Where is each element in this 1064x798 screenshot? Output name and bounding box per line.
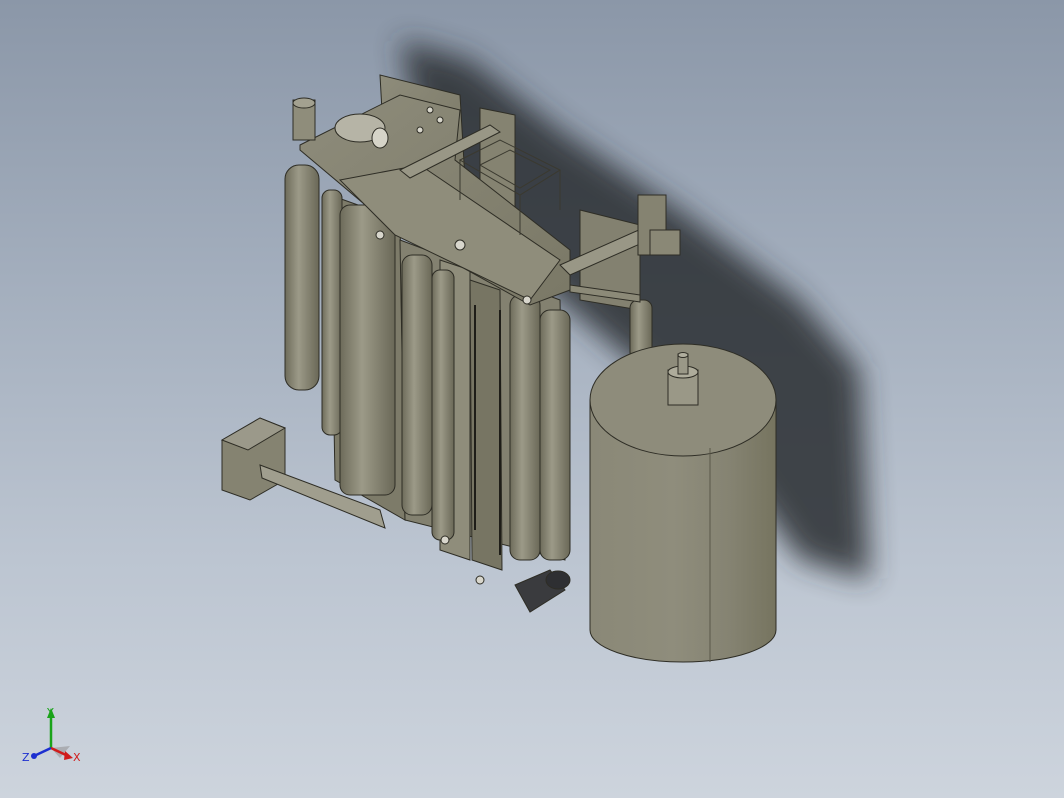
roller-5 bbox=[431, 269, 455, 541]
roller-2 bbox=[321, 189, 343, 436]
roller-6 bbox=[509, 294, 541, 561]
roller-4 bbox=[401, 254, 433, 516]
roller-1 bbox=[284, 164, 320, 391]
large-drum[interactable] bbox=[589, 343, 777, 663]
roller-3 bbox=[339, 204, 396, 496]
cad-3d-viewport[interactable] bbox=[0, 0, 1064, 798]
triad-y-label: Y bbox=[46, 706, 54, 719]
roller-7 bbox=[539, 309, 571, 561]
orientation-triad: Y X Z bbox=[22, 706, 81, 764]
triad-z-label: Z bbox=[22, 751, 30, 764]
triad-x-label: X bbox=[73, 751, 81, 764]
